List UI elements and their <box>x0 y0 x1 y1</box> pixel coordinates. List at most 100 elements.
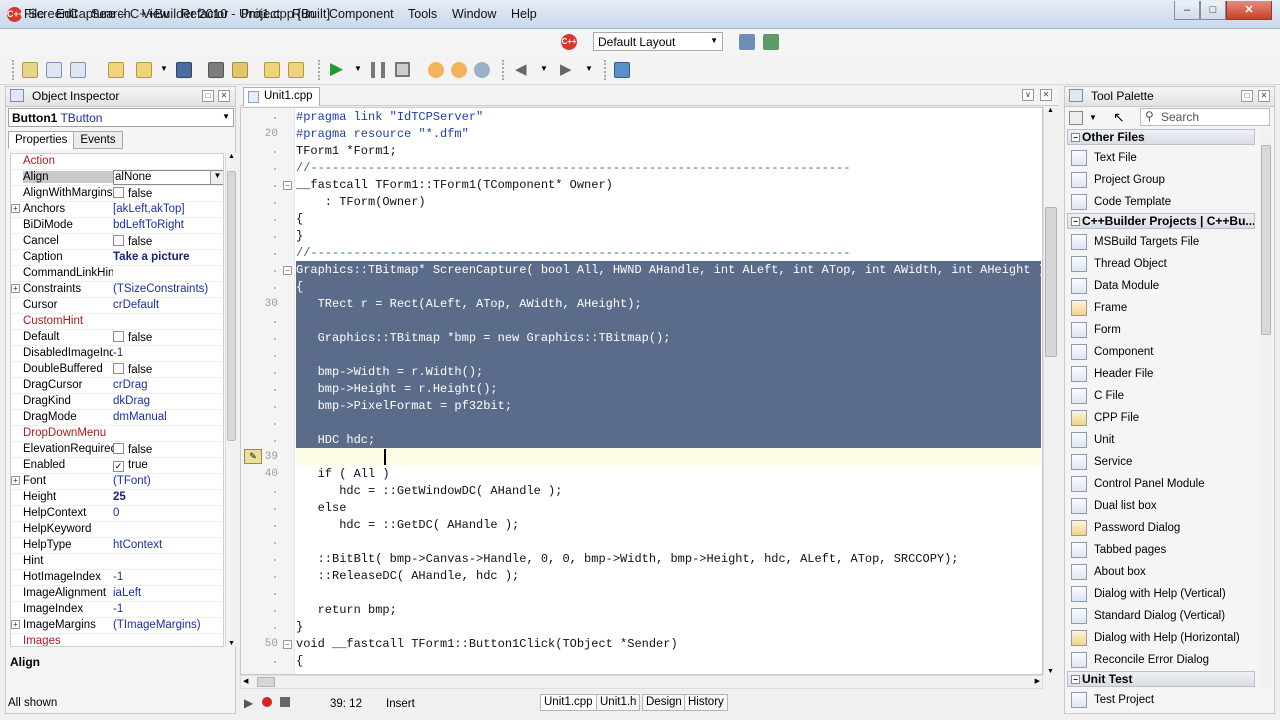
chevron-down-icon[interactable]: ▼ <box>1089 113 1097 122</box>
stop-macro-icon[interactable] <box>280 697 290 707</box>
chevron-down-icon[interactable]: ▼ <box>585 64 593 73</box>
property-value[interactable]: crDrag <box>113 379 223 391</box>
tab-unit1-h[interactable]: Unit1.h <box>596 694 641 711</box>
scroll-right-icon[interactable]: ▶ <box>1035 677 1040 685</box>
menu-tools[interactable]: Tools <box>408 7 437 21</box>
property-row[interactable]: Caption Take a picture <box>11 250 223 266</box>
categories-icon[interactable] <box>1069 111 1083 125</box>
close-icon[interactable]: ✕ <box>218 90 230 102</box>
toolbar-grip[interactable] <box>604 60 607 80</box>
property-value[interactable]: false <box>113 235 223 248</box>
property-row[interactable]: DisabledImageInd -1 <box>11 346 223 362</box>
code-editor[interactable]: 20 30 39 40 50− − − #pragma link "IdTCPServer"… <box>240 107 1043 675</box>
remove-from-project-icon[interactable] <box>288 62 304 78</box>
trace-into-icon[interactable] <box>428 62 444 78</box>
property-row[interactable]: CustomHint <box>11 314 223 330</box>
property-value[interactable]: -1 <box>113 571 223 583</box>
property-row[interactable]: DoubleBuffered false <box>11 362 223 378</box>
step-over-icon[interactable] <box>451 62 467 78</box>
scroll-down-icon[interactable]: ▼ <box>228 640 235 647</box>
property-row[interactable]: DragKind dkDrag <box>11 394 223 410</box>
menu-run[interactable]: Run <box>292 7 315 21</box>
property-value[interactable]: false <box>113 363 223 376</box>
property-row[interactable]: HelpContext 0 <box>11 506 223 522</box>
menu-window[interactable]: Window <box>452 7 496 21</box>
fold-toggle-icon[interactable]: − <box>283 181 292 190</box>
component-selector[interactable]: Button1 TButton ▼ <box>8 108 234 127</box>
property-value[interactable]: iaLeft <box>113 587 223 599</box>
checkbox[interactable]: ✓ <box>113 461 124 472</box>
scroll-thumb[interactable] <box>1261 145 1271 335</box>
property-row[interactable]: + Font (TFont) <box>11 474 223 490</box>
property-value[interactable]: -1 <box>113 347 223 359</box>
open-icon[interactable] <box>108 62 124 78</box>
new-unit-icon[interactable] <box>70 62 86 78</box>
property-value[interactable]: alNone ▼ <box>113 170 223 185</box>
palette-scrollbar[interactable] <box>1260 129 1272 689</box>
property-row[interactable]: HelpKeyword <box>11 522 223 538</box>
expand-icon[interactable]: + <box>11 620 20 629</box>
property-row[interactable]: CommandLinkHint <box>11 266 223 282</box>
property-row[interactable]: Images <box>11 634 223 646</box>
collapse-icon[interactable]: − <box>1071 675 1080 684</box>
set-debug-desktop-icon[interactable] <box>763 34 779 50</box>
property-value[interactable]: false <box>113 331 223 344</box>
chevron-down-icon[interactable]: ▼ <box>160 64 168 73</box>
property-row[interactable]: HotImageIndex -1 <box>11 570 223 586</box>
chevron-down-icon[interactable]: ▼ <box>354 64 362 73</box>
property-value[interactable]: crDefault <box>113 299 223 311</box>
app-icon[interactable]: C++ <box>7 7 24 22</box>
property-row[interactable]: BiDiMode bdLeftToRight <box>11 218 223 234</box>
toolbar-grip[interactable] <box>502 60 505 80</box>
play-macro-icon[interactable]: ▶ <box>244 696 253 710</box>
chevron-down-icon[interactable]: ▼ <box>210 171 223 184</box>
pin-icon[interactable]: □ <box>1241 90 1253 102</box>
pointer-icon[interactable]: ↖ <box>1113 109 1125 126</box>
property-value[interactable]: 0 <box>113 507 223 519</box>
pin-icon[interactable]: □ <box>202 90 214 102</box>
expand-icon[interactable]: + <box>11 204 20 213</box>
stop-icon[interactable] <box>395 62 410 77</box>
tab-properties[interactable]: Properties <box>8 131 75 149</box>
palette-category[interactable]: − Unit Test <box>1067 671 1255 687</box>
chevron-down-icon[interactable]: ▼ <box>540 64 548 73</box>
minimize-button[interactable]: – <box>1174 1 1200 20</box>
palette-category[interactable]: − C++Builder Projects | C++Bu... <box>1067 213 1255 229</box>
expand-icon[interactable]: + <box>11 476 20 485</box>
property-value[interactable]: Take a picture <box>113 251 223 263</box>
back-icon[interactable]: ◀ <box>515 60 527 78</box>
run-to-cursor-icon[interactable] <box>474 62 490 78</box>
property-grid-scrollbar[interactable]: ▲ ▼ <box>225 153 236 647</box>
property-row[interactable]: AlignWithMargins false <box>11 186 223 202</box>
open-project-icon[interactable] <box>136 62 152 78</box>
property-row[interactable]: ImageAlignment iaLeft <box>11 586 223 602</box>
save-icon[interactable] <box>176 62 192 78</box>
collapse-icon[interactable]: − <box>1071 133 1080 142</box>
pause-icon[interactable] <box>371 62 385 78</box>
property-row[interactable]: Cursor crDefault <box>11 298 223 314</box>
property-value[interactable]: ✓ true <box>113 459 223 472</box>
save-all-icon[interactable] <box>208 62 224 78</box>
scroll-thumb[interactable] <box>1045 207 1057 357</box>
scroll-up-icon[interactable]: ▲ <box>1047 107 1054 114</box>
property-value[interactable]: -1 <box>113 603 223 615</box>
toolbar-grip[interactable] <box>318 60 321 80</box>
property-value[interactable]: htContext <box>113 539 223 551</box>
maximize-button[interactable]: □ <box>1200 1 1226 20</box>
property-row[interactable]: Height 25 <box>11 490 223 506</box>
property-value[interactable]: [akLeft,akTop] <box>113 203 223 215</box>
property-value[interactable]: false <box>113 187 223 200</box>
menu-refactor[interactable]: Refactor <box>181 7 228 21</box>
record-macro-icon[interactable] <box>262 697 272 707</box>
editor-vertical-scrollbar[interactable]: ▲ ▼ <box>1043 107 1057 675</box>
tab-unit1-cpp[interactable]: Unit1.cpp <box>243 87 320 106</box>
open-project-folder-icon[interactable] <box>232 62 248 78</box>
checkbox[interactable] <box>113 235 124 246</box>
property-row[interactable]: DragMode dmManual <box>11 410 223 426</box>
checkbox[interactable] <box>113 363 124 374</box>
palette-search-input[interactable]: ⚲ Search <box>1140 108 1270 126</box>
fold-toggle-icon[interactable]: − <box>283 640 292 649</box>
tab-events[interactable]: Events <box>73 131 123 149</box>
property-value[interactable]: dmManual <box>113 411 223 423</box>
scroll-thumb[interactable] <box>257 677 275 687</box>
